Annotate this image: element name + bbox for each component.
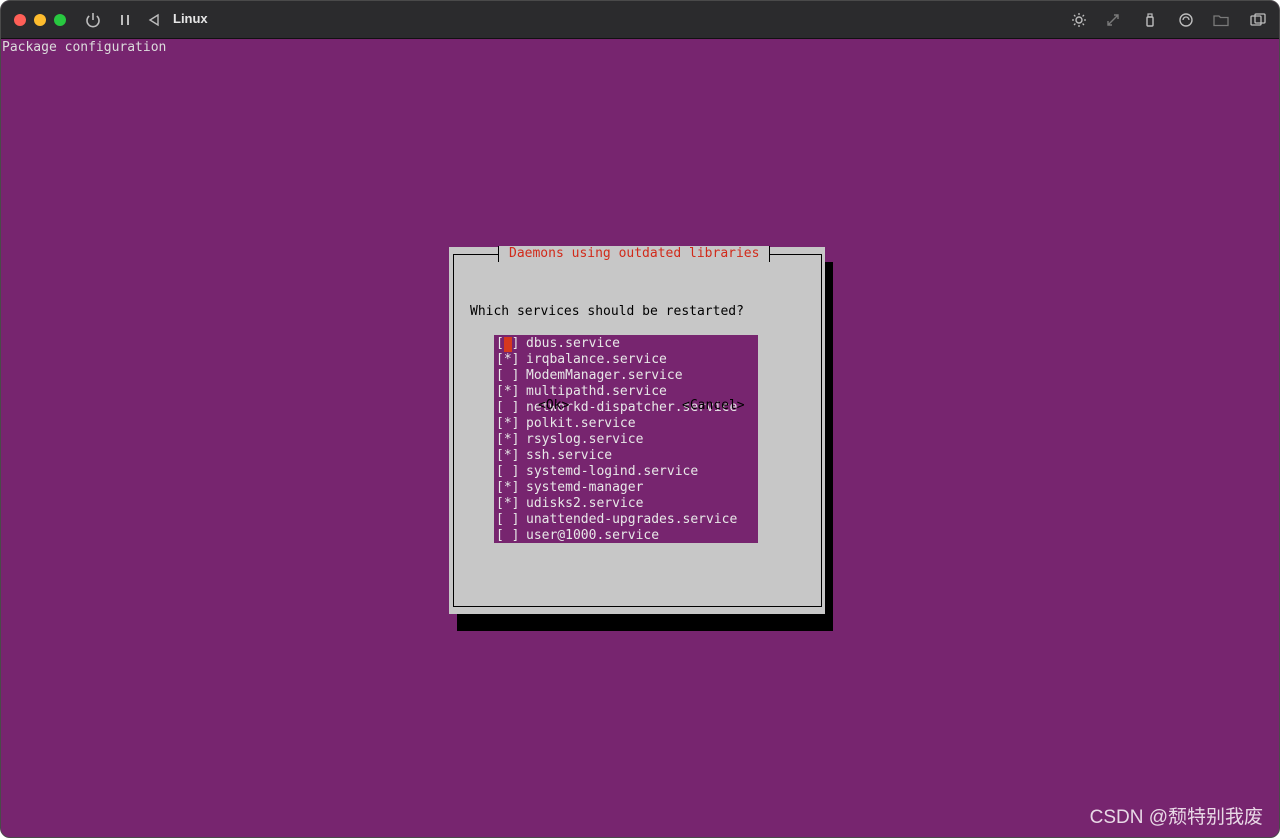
service-list-item[interactable]: [*] udisks2.service [496,496,756,512]
window-title: Linux [173,11,208,26]
service-label: systemd-manager [526,480,644,495]
service-list-item[interactable]: [*] rsyslog.service [496,432,756,448]
minimize-window-button[interactable] [34,14,46,26]
close-window-button[interactable] [14,14,26,26]
checked-checkbox[interactable]: [*] [496,352,519,367]
checked-checkbox[interactable]: [*] [496,432,519,447]
unchecked-checkbox[interactable]: [ ] [496,512,519,527]
pause-icon[interactable] [117,12,133,28]
dialog-frame: Daemons using outdated libraries Which s… [453,246,822,607]
service-label: irqbalance.service [526,352,667,367]
restart-services-dialog: Daemons using outdated libraries Which s… [449,246,825,614]
service-list-item[interactable]: [ ] ModemManager.service [496,368,756,384]
service-label: udisks2.service [526,496,644,511]
ok-button[interactable]: <Ok> [538,398,569,414]
unchecked-checkbox[interactable]: [ ] [496,528,519,543]
service-list-item[interactable]: [*] polkit.service [496,416,756,432]
unchecked-checkbox[interactable]: [ ] [496,464,519,479]
dialog-title: Daemons using outdated libraries [498,246,771,262]
checked-checkbox[interactable]: [*] [496,480,519,495]
resize-icon[interactable] [1105,12,1121,28]
vm-window: Linux Package configuration Daemons usin… [0,0,1280,838]
services-checklist[interactable]: [ ] dbus.service [*] irqbalance.service[ ] M… [494,335,758,543]
unchecked-checkbox[interactable]: [ ] [496,368,519,383]
text-cursor [504,337,512,352]
shared-folder-icon[interactable] [1213,12,1229,28]
cancel-button[interactable]: <Cancel> [682,398,745,414]
checked-checkbox[interactable]: [*] [496,384,519,399]
service-list-item[interactable]: [ ] systemd-logind.service [496,464,756,480]
window-mode-icon[interactable] [1250,12,1266,28]
brightness-icon[interactable] [1071,12,1087,28]
maximize-window-button[interactable] [54,14,66,26]
checked-checkbox[interactable]: [*] [496,416,519,431]
service-label: ssh.service [526,448,613,463]
service-list-item[interactable]: [*] ssh.service [496,448,756,464]
service-label: user@1000.service [526,528,660,543]
service-label: polkit.service [526,416,636,431]
service-label: systemd-logind.service [526,464,699,479]
usb-icon[interactable] [1142,12,1158,28]
package-configuration-header: Package configuration [2,40,167,55]
power-icon[interactable] [85,12,101,28]
checked-checkbox[interactable]: [*] [496,448,519,463]
service-list-item[interactable]: [*] systemd-manager [496,480,756,496]
watermark: CSDN @颓特别我废 [1089,807,1263,828]
vm-screen: Package configuration Daemons using outd… [1,39,1279,837]
service-list-item[interactable]: [ ] dbus.service [496,336,756,352]
network-icon[interactable] [1178,12,1194,28]
title-bar: Linux [1,1,1279,39]
service-label: dbus.service [526,336,620,351]
service-list-item[interactable]: [ ] unattended-upgrades.service [496,512,756,528]
back-icon[interactable] [146,12,162,28]
service-list-item[interactable]: [ ] user@1000.service [496,528,756,544]
service-list-item[interactable]: [*] irqbalance.service [496,352,756,368]
service-label: unattended-upgrades.service [526,512,738,527]
unchecked-checkbox[interactable]: [ ] [496,400,519,415]
checked-checkbox[interactable]: [*] [496,496,519,511]
service-label: ModemManager.service [526,368,683,383]
dialog-prompt: Which services should be restarted? [470,304,744,319]
service-label: rsyslog.service [526,432,644,447]
